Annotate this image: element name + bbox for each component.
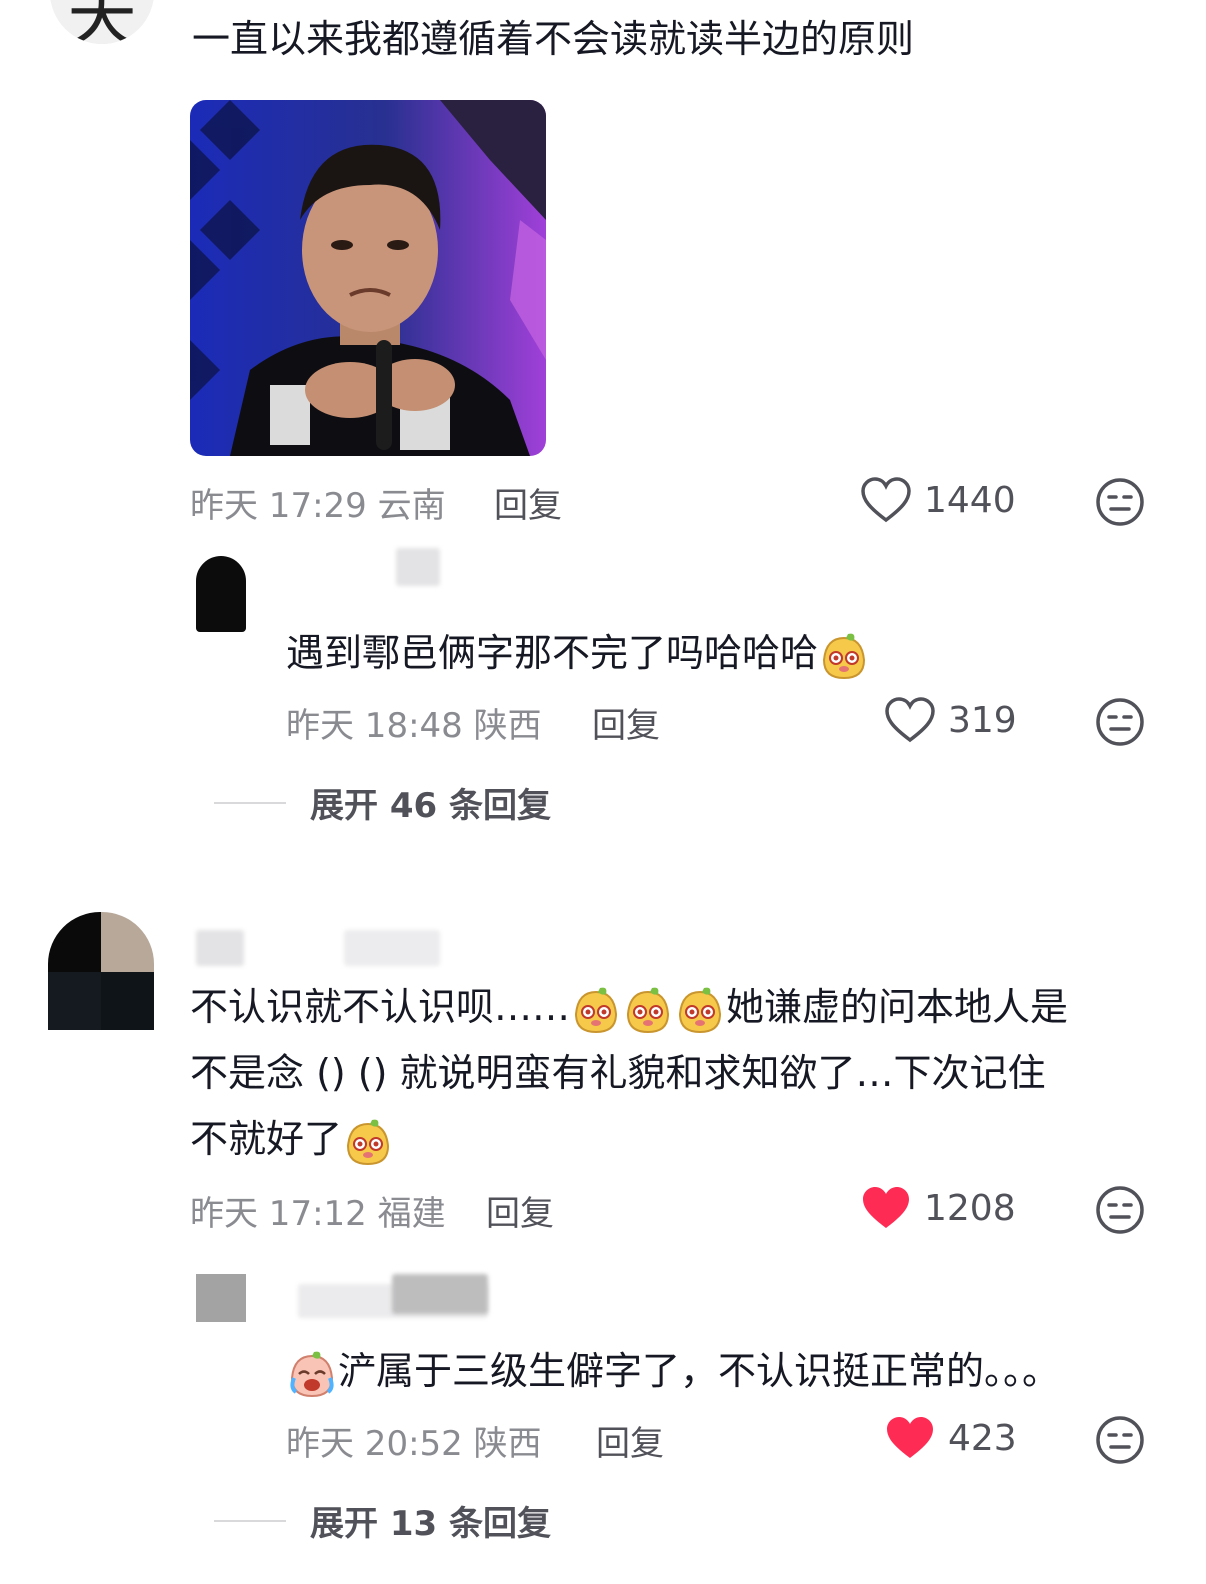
heart-filled-icon xyxy=(887,1417,933,1458)
doge-face-emoji-icon xyxy=(627,987,670,1033)
like-button[interactable]: 319 xyxy=(884,696,1017,744)
comment-meta: 昨天 17:29 云南 xyxy=(190,478,446,527)
like-count: 423 xyxy=(948,1417,1017,1459)
dislike-face-icon xyxy=(1096,698,1144,746)
dislike-button[interactable] xyxy=(1094,1184,1146,1236)
reply-avatar[interactable] xyxy=(196,1274,246,1322)
username-blurred[interactable] xyxy=(344,930,440,966)
heart-filled-icon xyxy=(863,1187,909,1228)
reply-meta: 昨天 20:52 陕西 xyxy=(286,1416,542,1465)
comment-text-line3: 不就好了 xyxy=(190,1106,394,1172)
dislike-button[interactable] xyxy=(1094,1414,1146,1466)
heart-outline-icon xyxy=(861,477,911,523)
user-avatar[interactable]: 天 xyxy=(50,0,154,44)
like-button[interactable]: 1440 xyxy=(860,476,1016,524)
heart-outline-icon xyxy=(885,697,935,743)
reply-avatar[interactable] xyxy=(196,556,246,632)
crying-laugh-emoji-icon xyxy=(290,1351,334,1397)
doge-face-emoji-icon xyxy=(679,987,722,1033)
reply-username-blurred[interactable] xyxy=(392,1274,488,1314)
dislike-button[interactable] xyxy=(1094,476,1146,528)
reply-location: 陕西 xyxy=(473,706,542,746)
comment-text-part: 不认识就不认识呗…… xyxy=(190,985,571,1029)
expand-replies-label: 展开 13 条回复 xyxy=(310,1504,551,1544)
expand-replies-label: 展开 46 条回复 xyxy=(310,786,551,826)
comment-time: 昨天 17:29 xyxy=(190,486,367,526)
comment-text-line2: 不是念 () () 就说明蛮有礼貌和求知欲了…下次记住 xyxy=(190,1051,1046,1095)
comment-text: 一直以来我都遵循着不会读就读半边的原则 xyxy=(192,17,915,61)
reply-text: 浐属于三级生僻字了，不认识挺正常的。。。 xyxy=(286,1338,1060,1404)
reply-username-blurred[interactable] xyxy=(396,548,440,586)
reply-location: 陕西 xyxy=(473,1424,542,1464)
comment-time: 昨天 17:12 xyxy=(190,1194,367,1234)
reply-button[interactable]: 回复 xyxy=(592,698,660,747)
reply-button[interactable]: 回复 xyxy=(596,1416,664,1465)
doge-face-emoji-icon xyxy=(823,633,866,679)
svg-text:天: 天 xyxy=(67,0,137,44)
like-count: 319 xyxy=(948,699,1017,741)
expand-replies-button[interactable]: 展开 46 条回复 xyxy=(214,778,551,827)
like-button[interactable]: 1208 xyxy=(860,1184,1016,1232)
reply-text-content: 遇到鄠邑俩字那不完了吗哈哈哈 xyxy=(286,631,819,675)
divider-line xyxy=(214,801,286,804)
reply-button[interactable]: 回复 xyxy=(494,478,562,527)
dislike-face-icon xyxy=(1096,1416,1144,1464)
doge-face-emoji-icon xyxy=(575,987,618,1033)
reply-time: 昨天 18:48 xyxy=(286,706,463,746)
comment-location: 云南 xyxy=(377,486,446,526)
divider-line xyxy=(214,1519,286,1522)
reply-text-content: 浐属于三级生僻字了，不认识挺正常的。。。 xyxy=(338,1349,1061,1393)
comment-location: 福建 xyxy=(377,1194,446,1234)
like-button[interactable]: 423 xyxy=(884,1414,1017,1462)
comment-meta: 昨天 17:12 福建 xyxy=(190,1186,446,1235)
user-avatar[interactable] xyxy=(48,912,154,1030)
username-blurred[interactable] xyxy=(196,930,244,966)
reply-text: 遇到鄠邑俩字那不完了吗哈哈哈 xyxy=(286,620,870,686)
like-count: 1440 xyxy=(924,479,1016,521)
comment-image[interactable] xyxy=(190,100,546,456)
dislike-face-icon xyxy=(1096,478,1144,526)
doge-face-emoji-icon xyxy=(347,1119,390,1165)
comment-text-part: 不就好了 xyxy=(190,1117,343,1161)
dislike-button[interactable] xyxy=(1094,696,1146,748)
like-count: 1208 xyxy=(924,1187,1016,1229)
comment-text-part: 她谦虚的问本地人是 xyxy=(726,985,1069,1029)
expand-replies-button[interactable]: 展开 13 条回复 xyxy=(214,1496,551,1545)
comment-text-line1: 不认识就不认识呗…… 她谦虚的问本地人是 xyxy=(190,974,1068,1040)
dislike-face-icon xyxy=(1096,1186,1144,1234)
reply-meta: 昨天 18:48 陕西 xyxy=(286,698,542,747)
reply-button[interactable]: 回复 xyxy=(486,1186,554,1235)
reply-time: 昨天 20:52 xyxy=(286,1424,463,1464)
